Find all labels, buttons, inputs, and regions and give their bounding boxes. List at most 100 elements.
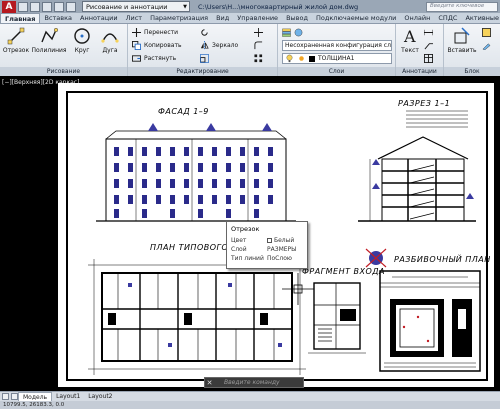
- mirror-icon: [200, 41, 209, 50]
- facade-drawing: [96, 123, 296, 222]
- facade-title: ФАСАД 1–9: [158, 107, 209, 116]
- dimension-button[interactable]: [424, 27, 436, 38]
- mirror-button[interactable]: Зеркало: [200, 40, 238, 51]
- tab-spds[interactable]: СПДС: [434, 13, 461, 23]
- scale-button[interactable]: [200, 53, 212, 64]
- undo-icon[interactable]: [54, 1, 64, 12]
- command-line[interactable]: ✕ Введите команду: [204, 377, 304, 388]
- tooltip-value: ПоСлою: [267, 255, 292, 262]
- leader-button[interactable]: [424, 40, 436, 51]
- tab-output[interactable]: Вывод: [282, 13, 312, 23]
- tooltip-value: РАЗМЕРЫ: [267, 246, 297, 253]
- circle-button[interactable]: Круг: [68, 27, 96, 65]
- tab-parametric[interactable]: Параметризация: [146, 13, 212, 23]
- block-panel-label[interactable]: Блок: [444, 67, 500, 76]
- text-button[interactable]: A Текст: [399, 27, 421, 65]
- section-drawing: [358, 110, 476, 222]
- workspace-value: Рисование и аннотации: [86, 2, 168, 11]
- workspace-select[interactable]: Рисование и аннотации ▼: [82, 1, 190, 12]
- command-input[interactable]: Введите команду: [224, 379, 280, 386]
- insert-block-button[interactable]: Вставить: [447, 27, 477, 65]
- layout-tabs: Модель Layout1 Layout2: [0, 391, 500, 401]
- copy-icon: [132, 41, 141, 50]
- chevron-down-icon: ▼: [183, 3, 187, 10]
- trim-button[interactable]: [254, 27, 266, 38]
- copy-button[interactable]: Копировать: [132, 40, 181, 51]
- tab-manage[interactable]: Управление: [233, 13, 282, 23]
- save-icon[interactable]: [42, 1, 52, 12]
- array-icon: [254, 54, 263, 63]
- layer-properties-icon[interactable]: [282, 28, 291, 37]
- nav-last-icon[interactable]: [11, 393, 18, 400]
- polyline-button[interactable]: Полилиния: [31, 27, 67, 65]
- circle-icon: [74, 28, 90, 44]
- layer-select[interactable]: ТОЛЩИНА1: [282, 53, 392, 64]
- stretch-icon: [132, 55, 141, 62]
- arc-icon: [101, 33, 119, 43]
- layers-panel-label[interactable]: Слои: [278, 67, 395, 76]
- edit-block-button[interactable]: [482, 40, 494, 51]
- fillet-button[interactable]: [254, 40, 266, 51]
- tab-plugins[interactable]: Подключаемые модули: [312, 13, 400, 23]
- redo-icon[interactable]: [66, 1, 76, 12]
- rotate-button[interactable]: [200, 27, 212, 38]
- tooltip-row-layer: Слой РАЗМЕРЫ: [231, 245, 303, 254]
- dimension-icon: [424, 29, 433, 36]
- tab-model[interactable]: Модель: [18, 392, 53, 401]
- draw-panel-label[interactable]: Рисование: [0, 67, 127, 76]
- tooltip-value: Белый: [274, 237, 295, 244]
- close-icon[interactable]: ✕: [205, 379, 214, 387]
- color-swatch-icon: [267, 238, 272, 243]
- layer-tools-row: [282, 27, 306, 38]
- nav-first-icon[interactable]: [2, 393, 9, 400]
- ribbon-tabs: Главная Вставка Аннотации Лист Параметри…: [0, 13, 500, 24]
- tab-active[interactable]: Активные: [461, 13, 500, 23]
- open-file-icon[interactable]: [30, 1, 40, 12]
- window-title: C:\Users\H...\многоквартирный жилой дом.…: [198, 2, 359, 11]
- title-bar: A Рисование и аннотации ▼ C:\Users\H...\…: [0, 0, 500, 13]
- search-input[interactable]: Введите ключевое: [426, 1, 498, 12]
- tab-layout[interactable]: Лист: [122, 13, 146, 23]
- text-label: Текст: [401, 47, 419, 54]
- layer-state-icon[interactable]: [294, 28, 303, 37]
- polyline-icon: [41, 27, 58, 43]
- ribbon: Отрезок Полилиния Круг Дуга Рисование Пе…: [0, 24, 500, 76]
- new-file-icon[interactable]: [18, 1, 28, 12]
- arc-button[interactable]: Дуга: [96, 27, 124, 65]
- tab-layout2[interactable]: Layout2: [84, 392, 116, 401]
- tab-layout1[interactable]: Layout1: [52, 392, 84, 401]
- line-label: Отрезок: [2, 47, 30, 54]
- panel-modify: Перенести Копировать Растянуть Зеркало Р…: [128, 24, 278, 76]
- annotation-panel-label[interactable]: Аннотации: [396, 67, 443, 76]
- tab-home[interactable]: Главная: [0, 13, 41, 23]
- move-button[interactable]: Перенести: [132, 27, 178, 38]
- modify-panel-label[interactable]: Редактирование: [128, 67, 277, 76]
- line-icon: [7, 27, 25, 45]
- layer-state-select[interactable]: Несохраненная конфигурация сло: [282, 40, 392, 51]
- insert-block-icon: [454, 27, 470, 44]
- create-block-button[interactable]: [482, 27, 494, 38]
- table-button[interactable]: [424, 53, 436, 64]
- application-menu-button[interactable]: A: [2, 0, 16, 13]
- tab-view[interactable]: Вид: [212, 13, 233, 23]
- crosshair-cursor: [282, 273, 314, 305]
- tab-annotate[interactable]: Аннотации: [76, 13, 122, 23]
- tab-online[interactable]: Онлайн: [400, 13, 434, 23]
- text-icon: A: [403, 27, 416, 45]
- scale-icon: [200, 54, 209, 63]
- tooltip-value-wrap: Белый: [267, 237, 294, 244]
- floor-plan-title: ПЛАН ТИПОВОГО Э: [150, 243, 238, 252]
- tab-insert[interactable]: Вставка: [40, 13, 76, 23]
- tooltip-title: Отрезок: [231, 225, 260, 233]
- rotate-icon: [201, 29, 208, 36]
- polyline-label: Полилиния: [31, 47, 67, 54]
- line-button[interactable]: Отрезок: [2, 27, 30, 65]
- stretch-button[interactable]: Растянуть: [132, 53, 176, 64]
- sun-icon: [299, 56, 304, 61]
- copy-label: Копировать: [144, 42, 182, 49]
- panel-block: Вставить Блок: [444, 24, 500, 76]
- insert-label: Вставить: [447, 47, 477, 54]
- status-bar: 10799.5, 26183.3, 0.0: [0, 401, 500, 409]
- array-button[interactable]: [254, 53, 266, 64]
- trim-icon: [254, 28, 263, 37]
